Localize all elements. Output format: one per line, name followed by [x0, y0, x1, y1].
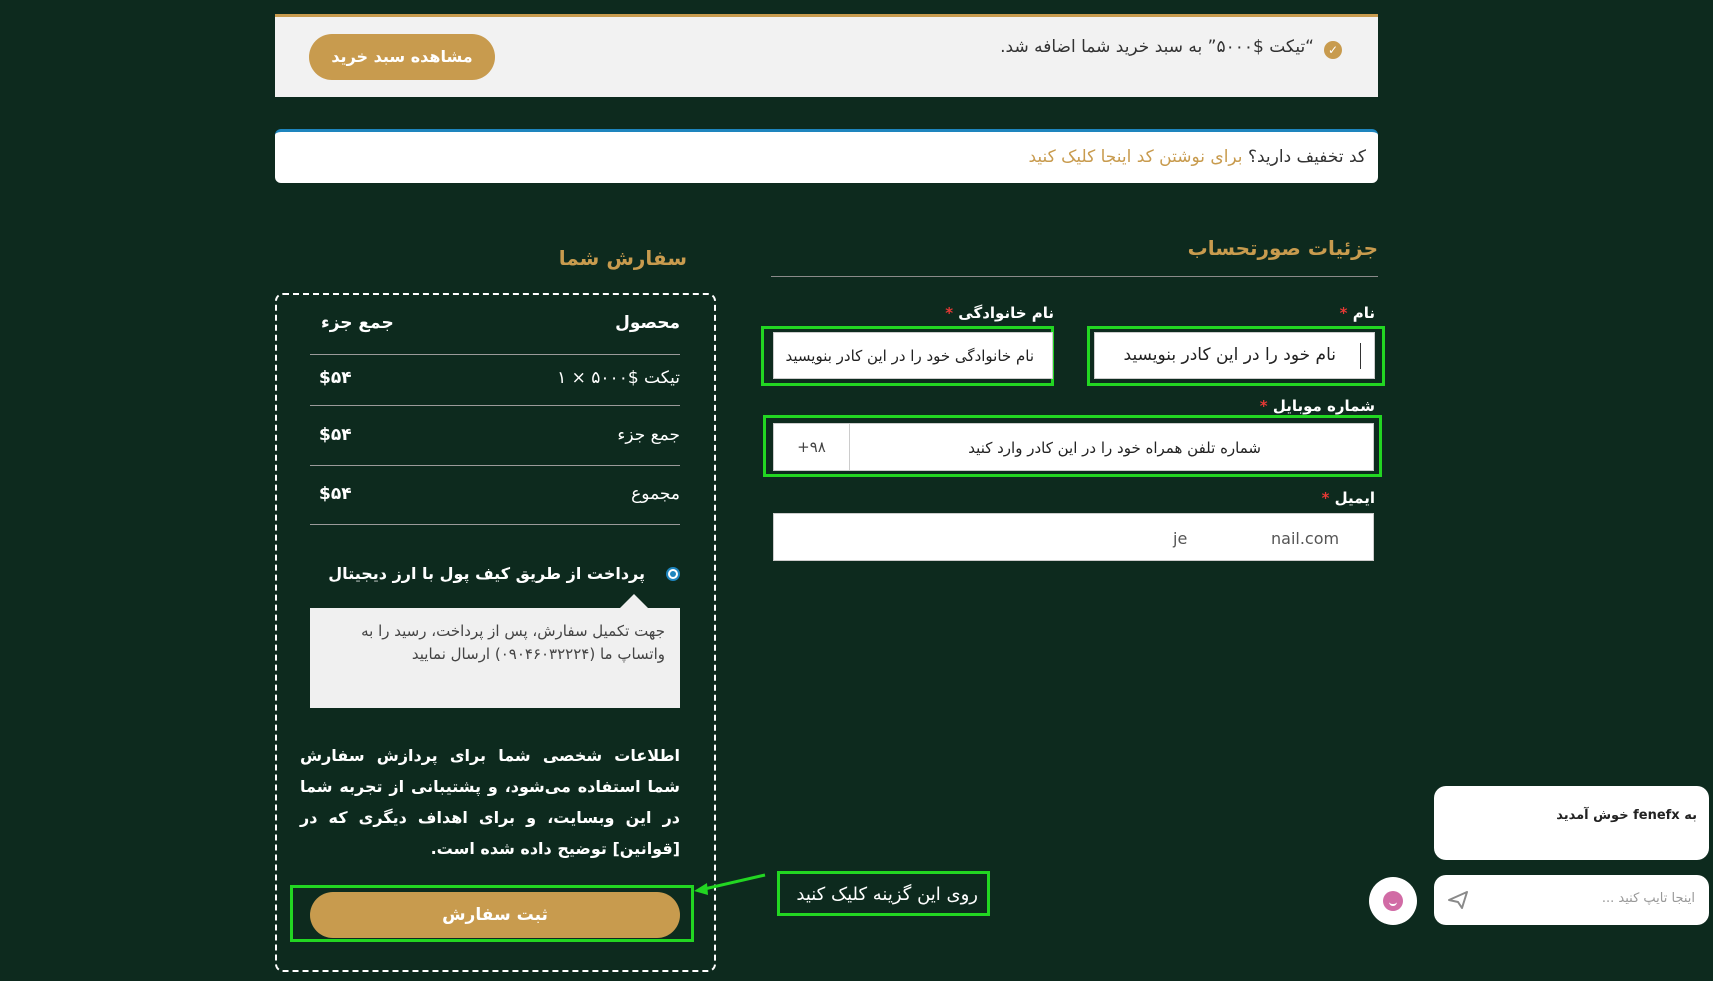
country-code[interactable]: +۹۸	[774, 424, 850, 470]
last-name-label: نام خانوادگی *	[945, 304, 1054, 322]
required-mark: *	[945, 304, 954, 322]
total-value: $۵۴	[319, 484, 352, 504]
required-mark: *	[1259, 397, 1268, 415]
subtotal-label: جمع جزء	[617, 425, 680, 445]
coupon-bar: کد تخفیف دارید؟ برای نوشتن کد اینجا کلیک…	[275, 129, 1378, 183]
order-item-name: تیکت $۵۰۰۰ × ۱	[557, 368, 680, 388]
mobile-input[interactable]: شماره تلفن همراه خود را در این کادر وارد…	[773, 423, 1374, 471]
mobile-label: شماره موبایل *	[1260, 397, 1375, 415]
billing-divider	[771, 276, 1378, 277]
chat-welcome-bubble: به fenefx خوش آمدید	[1434, 786, 1709, 860]
email-value-start: je	[1173, 529, 1188, 548]
coupon-text: کد تخفیف دارید؟ برای نوشتن کد اینجا کلیک…	[1028, 147, 1366, 167]
order-divider	[310, 405, 680, 406]
order-heading: سفارش شما	[558, 246, 687, 270]
subtotal-column-header: جمع جزء	[321, 313, 394, 333]
email-label-text: ایمیل	[1334, 489, 1375, 507]
place-order-button[interactable]: ثبت سفارش	[310, 892, 680, 938]
total-label: مجموع	[631, 484, 680, 504]
mobile-placeholder: شماره تلفن همراه خود را در این کادر وارد…	[968, 439, 1261, 457]
order-item-price: $۵۴	[319, 368, 352, 388]
check-icon: ✓	[1324, 41, 1342, 59]
email-label: ایمیل *	[1322, 489, 1375, 507]
callout-arrow	[694, 873, 766, 895]
chat-input-placeholder: اینجا تایپ کنید ...	[1601, 891, 1695, 906]
subtotal-value: $۵۴	[319, 425, 352, 445]
last-name-label-text: نام خانوادگی	[958, 304, 1054, 322]
mobile-label-text: شماره موبایل	[1272, 397, 1375, 415]
view-cart-button[interactable]: مشاهده سبد خرید	[309, 34, 495, 80]
cart-notice-message: “تیکت $۵۰۰۰” به سبد خرید شما اضافه شد.	[1000, 37, 1314, 57]
billing-heading: جزئیات صورتحساب	[1187, 236, 1378, 260]
cart-notice: ✓ “تیکت $۵۰۰۰” به سبد خرید شما اضافه شد.…	[275, 14, 1378, 97]
first-name-label-text: نام	[1352, 304, 1375, 322]
last-name-placeholder: نام خانوادگی خود را در این کادر بنویسید	[785, 347, 1034, 365]
payment-method-radio[interactable]	[666, 567, 680, 581]
first-name-label: نام *	[1340, 304, 1375, 322]
chat-input[interactable]: اینجا تایپ کنید ...	[1434, 875, 1709, 925]
product-column-header: محصول	[615, 313, 680, 333]
chat-avatar[interactable]	[1369, 877, 1417, 925]
email-value-end: nail.com	[1271, 529, 1340, 548]
required-mark: *	[1321, 489, 1330, 507]
payment-method-label[interactable]: پرداخت از طریق کیف پول با ارز دیجیتال	[328, 564, 645, 583]
callout-text: روی این گزینه کلیک کنید	[796, 884, 978, 905]
last-name-input[interactable]: نام خانوادگی خود را در این کادر بنویسید	[773, 332, 1053, 379]
privacy-text: اطلاعات شخصی شما برای پردازش سفارش شما ا…	[300, 746, 680, 858]
order-divider	[310, 465, 680, 466]
coupon-question: کد تخفیف دارید؟	[1247, 147, 1366, 167]
smiley-icon	[1383, 891, 1403, 911]
send-icon[interactable]	[1448, 891, 1468, 909]
order-divider	[310, 354, 680, 355]
order-divider	[310, 524, 680, 525]
text-caret	[1360, 343, 1361, 369]
coupon-link[interactable]: برای نوشتن کد اینجا کلیک کنید	[1028, 147, 1242, 167]
required-mark: *	[1339, 304, 1348, 322]
first-name-placeholder: نام خود را در این کادر بنویسید	[1123, 345, 1336, 365]
chat-welcome-text: به fenefx خوش آمدید	[1556, 808, 1697, 823]
payment-description-box: جهت تکمیل سفارش، پس از پرداخت، رسید را ب…	[310, 594, 680, 708]
email-input[interactable]: je nail.com	[773, 513, 1374, 561]
first-name-input[interactable]: نام خود را در این کادر بنویسید	[1094, 332, 1375, 379]
payment-description: جهت تکمیل سفارش، پس از پرداخت، رسید را ب…	[361, 622, 665, 663]
